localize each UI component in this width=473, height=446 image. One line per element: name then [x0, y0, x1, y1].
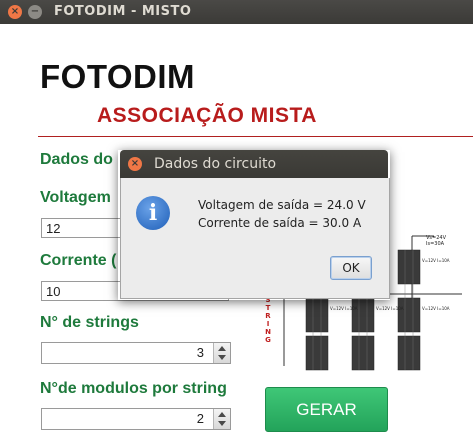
modules-label: N°de modulos por string	[40, 380, 227, 397]
modules-value: 2	[196, 411, 204, 426]
module-label: V=12V I=10A	[376, 306, 404, 311]
module-label: V=12V I=10A	[422, 258, 450, 263]
module-label: V=12V I=10A	[422, 306, 450, 311]
divider	[38, 136, 473, 137]
generate-button[interactable]: GERAR	[265, 387, 388, 432]
window-titlebar: × − FOTODIM - MISTO	[0, 0, 473, 24]
minimize-icon[interactable]: −	[28, 5, 42, 19]
string-label: S T R I N G	[265, 296, 271, 344]
arrow-up-icon[interactable]	[218, 346, 226, 351]
dialog-body	[120, 178, 390, 299]
strings-spinner-arrows[interactable]	[213, 343, 230, 363]
strings-spinner[interactable]: 3	[41, 342, 231, 364]
window-title: FOTODIM - MISTO	[54, 4, 192, 19]
modules-spinner[interactable]: 2	[41, 408, 231, 430]
section-label: Dados do	[40, 151, 113, 168]
current-label: Corrente (	[40, 252, 117, 269]
modules-spinner-arrows[interactable]	[213, 409, 230, 429]
close-icon[interactable]: ×	[8, 5, 22, 19]
strings-label: N° de strings	[40, 314, 139, 331]
app-title: FOTODIM	[40, 58, 196, 95]
app-subtitle: ASSOCIAÇÃO MISTA	[97, 104, 317, 127]
output-label: Vs=24V Is=30A	[426, 235, 446, 247]
info-icon: i	[136, 196, 170, 230]
module-label: V=12V I=10A	[330, 306, 358, 311]
dialog-title: Dados do circuito	[154, 156, 277, 172]
dialog-message-voltage: Voltagem de saída = 24.0 V	[198, 198, 366, 212]
voltage-label: Voltagem	[40, 189, 111, 206]
arrow-up-icon[interactable]	[218, 412, 226, 417]
dialog-message-current: Corrente de saída = 30.0 A	[198, 216, 362, 230]
arrow-down-icon[interactable]	[218, 421, 226, 426]
strings-value: 3	[196, 345, 204, 360]
arrow-down-icon[interactable]	[218, 355, 226, 360]
close-icon[interactable]: ×	[128, 157, 142, 171]
ok-button[interactable]: OK	[330, 256, 372, 280]
dialog-titlebar: × Dados do circuito	[120, 150, 388, 178]
